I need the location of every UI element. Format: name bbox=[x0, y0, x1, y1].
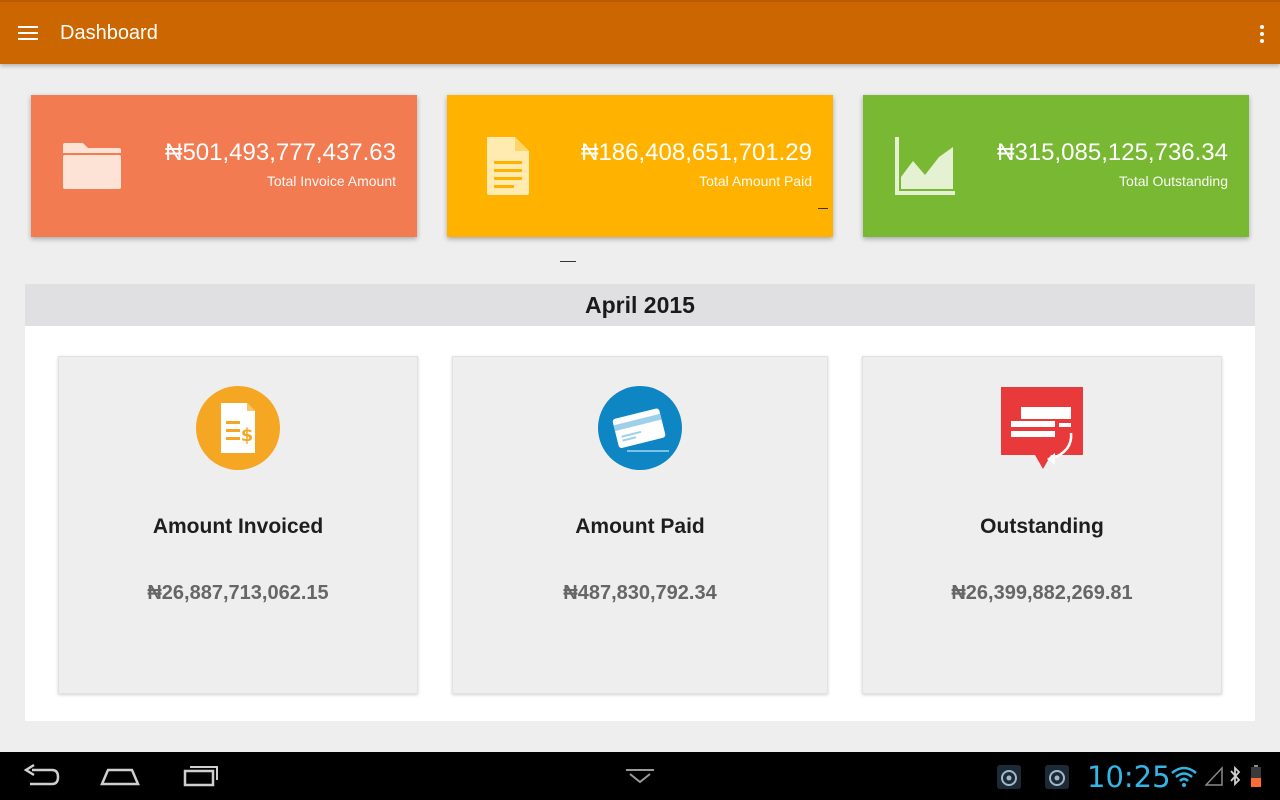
amount-invoiced-title: Amount Invoiced bbox=[152, 515, 324, 538]
document-icon bbox=[487, 137, 529, 195]
outstanding-card[interactable]: Outstanding ₦26,399,882,269.81 bbox=[862, 356, 1222, 694]
app-bar: Dashboard bbox=[0, 0, 1280, 64]
total-paid-amount: ₦186,408,651,701.29 bbox=[581, 139, 812, 166]
dot bbox=[1260, 39, 1264, 43]
home-icon[interactable] bbox=[100, 762, 140, 790]
total-paid-card[interactable]: ₦186,408,651,701.29 Total Amount Paid bbox=[447, 95, 833, 237]
status-clock: 10:25 bbox=[1087, 760, 1171, 794]
total-outstanding-card[interactable]: ₦315,085,125,736.34 Total Outstanding bbox=[863, 95, 1249, 237]
outstanding-title: Outstanding bbox=[980, 515, 1104, 538]
dot bbox=[1260, 32, 1264, 36]
menu-button[interactable] bbox=[0, 1, 56, 65]
total-outstanding-label: Total Outstanding bbox=[1119, 173, 1228, 189]
system-navigation-bar: 10:25 bbox=[0, 752, 1280, 800]
battery-icon bbox=[1251, 765, 1261, 787]
credit-card-icon bbox=[598, 386, 682, 470]
amount-invoiced-card[interactable]: $ Amount Invoiced ₦26,887,713,062.15 bbox=[58, 356, 418, 694]
total-invoice-label: Total Invoice Amount bbox=[266, 173, 396, 189]
hamburger-icon bbox=[18, 26, 38, 40]
amount-paid-title: Amount Paid bbox=[575, 515, 705, 538]
overflow-menu-button[interactable] bbox=[1252, 22, 1272, 46]
bluetooth-icon bbox=[1230, 765, 1241, 787]
amount-paid-value: ₦487,830,792.34 bbox=[563, 582, 717, 604]
period-panel: April 2015 $ Amount Invoiced ₦26,887,713… bbox=[25, 284, 1255, 721]
dot bbox=[1260, 25, 1264, 29]
period-title: April 2015 bbox=[25, 284, 1255, 326]
cellular-signal-icon bbox=[1205, 766, 1223, 786]
wifi-icon bbox=[1171, 766, 1197, 787]
notification-app-icon bbox=[997, 765, 1021, 789]
outstanding-cards-icon bbox=[1001, 387, 1083, 469]
outstanding-value: ₦26,399,882,269.81 bbox=[951, 582, 1133, 604]
recent-apps-icon[interactable] bbox=[182, 762, 220, 790]
total-invoice-card[interactable]: ₦501,493,777,437.63 Total Invoice Amount bbox=[31, 95, 417, 237]
area-chart-icon bbox=[895, 137, 955, 195]
page-title: Dashboard bbox=[60, 21, 158, 44]
divider-mark bbox=[818, 208, 828, 209]
back-icon[interactable] bbox=[22, 762, 60, 790]
divider-mark bbox=[560, 261, 576, 262]
chevron-down-icon[interactable] bbox=[624, 762, 656, 790]
svg-text:$: $ bbox=[241, 425, 254, 446]
notification-app-icon bbox=[1045, 765, 1069, 789]
amount-invoiced-value: ₦26,887,713,062.15 bbox=[147, 582, 329, 604]
amount-paid-card[interactable]: Amount Paid ₦487,830,792.34 bbox=[452, 356, 828, 694]
total-outstanding-amount: ₦315,085,125,736.34 bbox=[997, 139, 1228, 166]
total-invoice-amount: ₦501,493,777,437.63 bbox=[165, 139, 396, 166]
invoice-dollar-icon: $ bbox=[196, 386, 280, 470]
folder-icon bbox=[63, 143, 121, 189]
total-paid-label: Total Amount Paid bbox=[699, 173, 812, 189]
